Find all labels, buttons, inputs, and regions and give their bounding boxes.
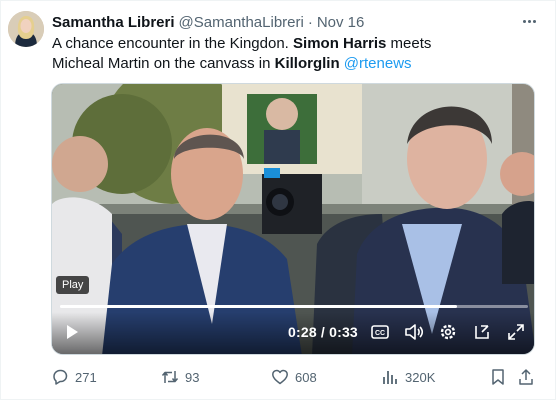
share-icon bbox=[517, 368, 535, 386]
repost-button[interactable]: 93 bbox=[161, 367, 199, 387]
share-button[interactable] bbox=[517, 367, 535, 387]
separator-dot: · bbox=[307, 13, 313, 31]
repost-icon bbox=[161, 368, 179, 386]
tweet-text-part: Micheal Martin on the canvass in bbox=[52, 55, 275, 72]
views-icon bbox=[381, 368, 399, 386]
play-tooltip: Play bbox=[56, 276, 90, 294]
bookmark-button[interactable] bbox=[489, 367, 507, 387]
play-icon[interactable] bbox=[60, 320, 84, 344]
action-bar: 271 93 608 320K bbox=[51, 367, 537, 387]
progress-fill bbox=[60, 305, 457, 308]
tweet-text-bold: Killorglin bbox=[274, 55, 340, 72]
captions-icon[interactable]: CC bbox=[368, 320, 392, 344]
video-time: 0:28 / 0:33 bbox=[288, 324, 358, 340]
tweet-date[interactable]: Nov 16 bbox=[317, 14, 365, 31]
tweet-card[interactable]: Samantha Libreri @SamanthaLibreri · Nov … bbox=[0, 0, 556, 400]
progress-bar[interactable] bbox=[60, 305, 528, 308]
repost-count: 93 bbox=[185, 369, 200, 385]
like-button[interactable]: 608 bbox=[271, 367, 317, 387]
tweet-header: Samantha Libreri @SamanthaLibreri · Nov … bbox=[52, 12, 364, 32]
views-count: 320K bbox=[405, 369, 436, 385]
avatar[interactable] bbox=[8, 11, 44, 47]
author-name[interactable]: Samantha Libreri bbox=[52, 14, 175, 31]
video-controls: 0:28 / 0:33 CC bbox=[52, 312, 534, 354]
mention-link[interactable]: @rtenews bbox=[344, 55, 412, 72]
svg-text:CC: CC bbox=[375, 330, 385, 337]
settings-icon[interactable] bbox=[436, 320, 460, 344]
author-handle[interactable]: @SamanthaLibreri bbox=[179, 14, 304, 31]
bookmark-icon bbox=[489, 368, 507, 386]
like-count: 608 bbox=[295, 369, 317, 385]
tweet-text-part: A chance encounter in the Kingdon. bbox=[52, 35, 294, 52]
volume-icon[interactable] bbox=[402, 320, 426, 344]
fullscreen-icon[interactable] bbox=[504, 320, 528, 344]
reply-count: 271 bbox=[75, 369, 97, 385]
more-options-icon[interactable] bbox=[517, 11, 541, 31]
tweet-text-bold: Simon Harris bbox=[293, 35, 387, 52]
video-player[interactable]: Play 0:28 / 0:33 CC bbox=[51, 83, 535, 355]
reply-icon bbox=[51, 368, 69, 386]
tweet-text-part: meets bbox=[386, 35, 432, 52]
views-button[interactable]: 320K bbox=[381, 367, 435, 387]
heart-icon bbox=[271, 368, 289, 386]
tweet-text: A chance encounter in the Kingdon. Simon… bbox=[52, 34, 472, 74]
popout-icon[interactable] bbox=[470, 320, 494, 344]
reply-button[interactable]: 271 bbox=[51, 367, 97, 387]
